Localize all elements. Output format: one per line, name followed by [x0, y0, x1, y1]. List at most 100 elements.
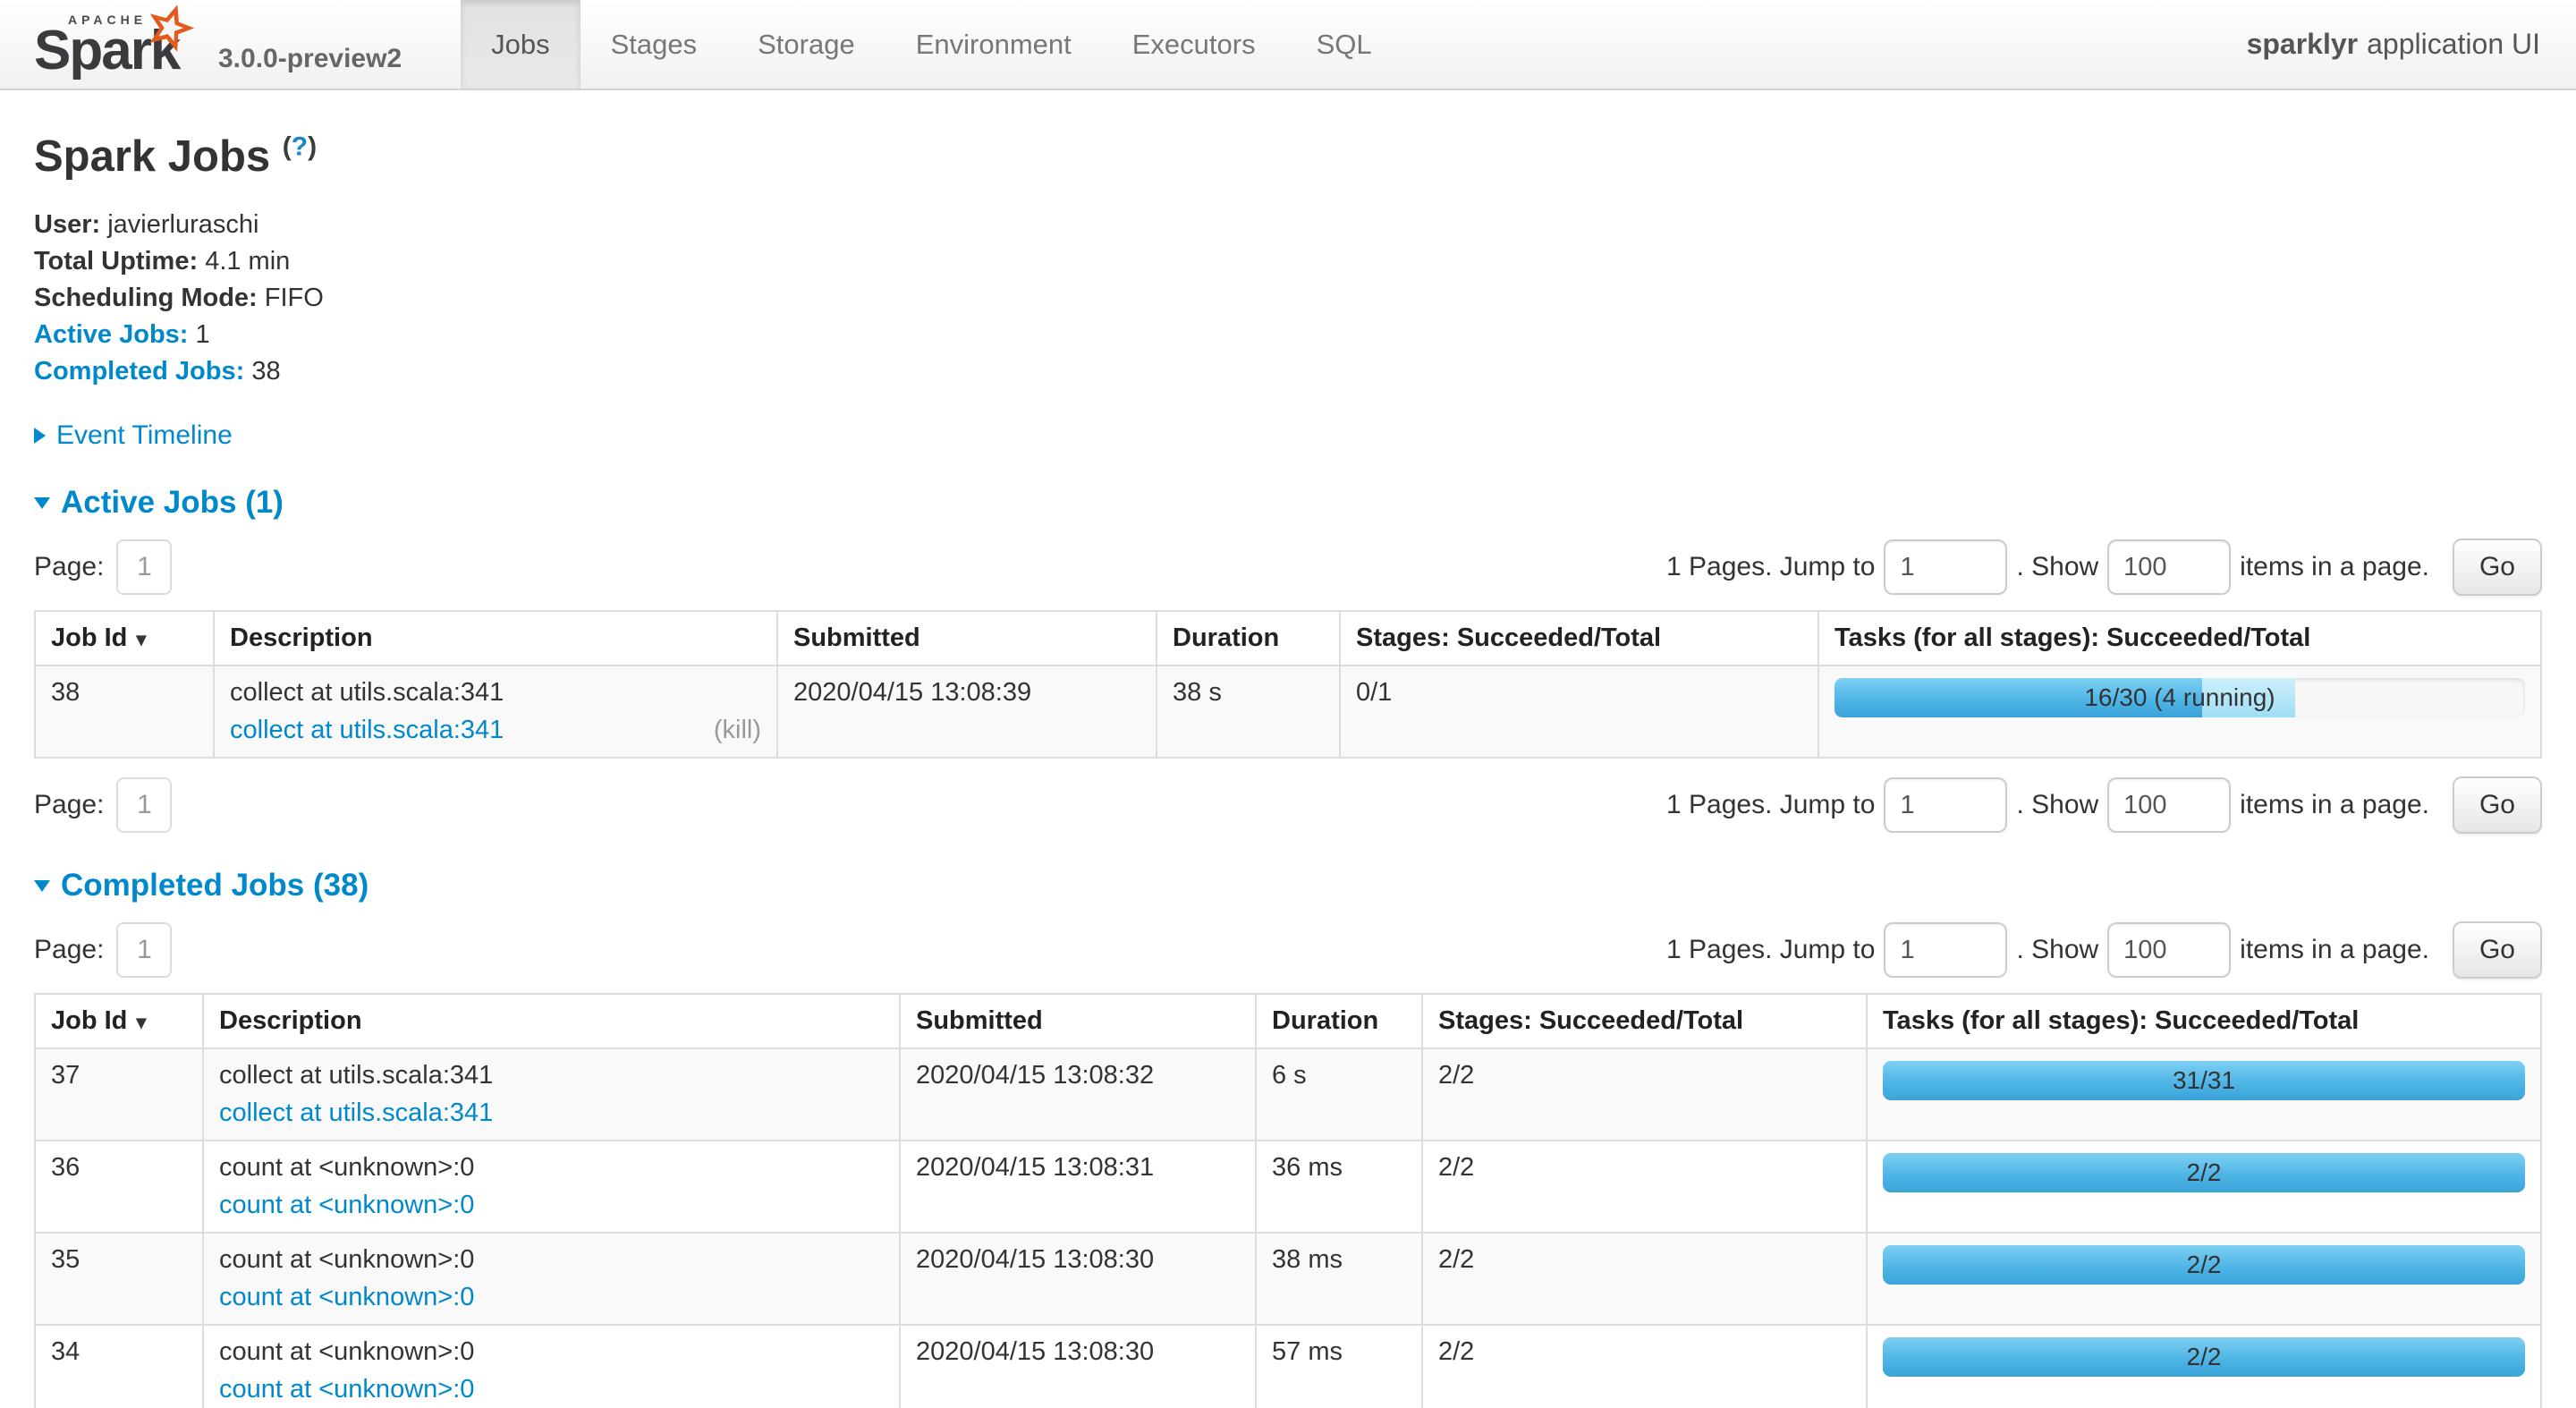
- job-detail-link[interactable]: collect at utils.scala:341: [230, 716, 504, 745]
- job-stages-cell: 2/2: [1422, 1233, 1867, 1325]
- items-per-page-input[interactable]: [2107, 539, 2231, 595]
- kill-job-link[interactable]: (kill): [714, 716, 761, 745]
- pages-count-text: 1 Pages. Jump to: [1666, 935, 1875, 965]
- progress-label: 2/2: [1883, 1153, 2525, 1192]
- page-label: Page:: [34, 552, 104, 582]
- event-timeline-toggle[interactable]: Event Timeline: [34, 420, 2542, 451]
- items-per-page-input[interactable]: [2107, 777, 2231, 833]
- tab-executors[interactable]: Executors: [1102, 0, 1286, 89]
- column-header-description[interactable]: Description: [203, 994, 900, 1048]
- job-description-links: collect at utils.scala:341 (kill): [230, 716, 761, 745]
- items-text: items in a page.: [2240, 552, 2429, 582]
- tasks-progress-bar: 2/2: [1883, 1245, 2525, 1285]
- job-stages-cell: 0/1: [1340, 666, 1818, 758]
- job-description-cell: count at <unknown>:0 count at <unknown>:0: [203, 1141, 900, 1233]
- tasks-progress-bar: 2/2: [1883, 1153, 2525, 1192]
- job-detail-link[interactable]: collect at utils.scala:341: [219, 1098, 493, 1128]
- job-row: 34 count at <unknown>:0 count at <unknown>…: [35, 1325, 2541, 1408]
- event-timeline-label: Event Timeline: [56, 420, 233, 451]
- job-description-links: count at <unknown>:0: [219, 1375, 884, 1404]
- spark-version: 3.0.0-preview2: [218, 44, 402, 74]
- tab-storage[interactable]: Storage: [727, 0, 886, 89]
- jump-to-page-input[interactable]: [1884, 922, 2007, 978]
- summary-active-jobs: Active Jobs: 1: [34, 317, 2542, 353]
- pagination-active-bottom: Page: 1 1 Pages. Jump to . Show items in…: [34, 776, 2542, 834]
- collapse-arrow-icon: [34, 497, 50, 509]
- column-header-tasks[interactable]: Tasks (for all stages): Succeeded/Total: [1818, 611, 2541, 666]
- job-summary-list: User: javierluraschi Total Uptime: 4.1 m…: [34, 207, 2542, 390]
- go-button[interactable]: Go: [2453, 921, 2542, 979]
- show-text: . Show: [2016, 935, 2098, 965]
- collapse-arrow-icon: [34, 880, 50, 892]
- spark-logo-image: APACHE Spark: [34, 4, 209, 80]
- go-button[interactable]: Go: [2453, 776, 2542, 834]
- job-description-text: count at <unknown>:0: [219, 1153, 884, 1183]
- go-button[interactable]: Go: [2453, 539, 2542, 596]
- summary-completed-jobs: Completed Jobs: 38: [34, 353, 2542, 390]
- expand-arrow-icon: [34, 428, 46, 444]
- page-label: Page:: [34, 790, 104, 820]
- job-id-cell: 35: [35, 1233, 203, 1325]
- column-header-job-id[interactable]: Job Id▾: [35, 611, 214, 666]
- tasks-progress-bar: 2/2: [1883, 1337, 2525, 1377]
- column-header-duration[interactable]: Duration: [1157, 611, 1340, 666]
- summary-scheduling-mode: Scheduling Mode: FIFO: [34, 280, 2542, 317]
- column-header-stages[interactable]: Stages: Succeeded/Total: [1340, 611, 1818, 666]
- page-title-text: Spark Jobs: [34, 132, 270, 181]
- items-text: items in a page.: [2240, 935, 2429, 965]
- application-title-suffix: application UI: [2367, 28, 2540, 61]
- active-jobs-section-title[interactable]: Active Jobs (1): [34, 485, 2542, 521]
- page-number-button[interactable]: 1: [116, 777, 172, 833]
- tab-jobs[interactable]: Jobs: [461, 0, 580, 89]
- sort-desc-icon: ▾: [136, 628, 146, 650]
- show-text: . Show: [2016, 790, 2098, 820]
- tasks-progress-bar: 31/31: [1883, 1061, 2525, 1100]
- tab-sql[interactable]: SQL: [1286, 0, 1402, 89]
- job-tasks-cell: 2/2: [1867, 1325, 2541, 1408]
- job-id-cell: 34: [35, 1325, 203, 1408]
- job-id-cell: 37: [35, 1048, 203, 1141]
- job-submitted-cell: 2020/04/15 13:08:32: [900, 1048, 1256, 1141]
- column-header-stages[interactable]: Stages: Succeeded/Total: [1422, 994, 1867, 1048]
- active-jobs-link[interactable]: Active Jobs:: [34, 320, 188, 349]
- job-row: 37collect at utils.scala:341collect at u…: [35, 1048, 2541, 1141]
- column-header-submitted[interactable]: Submitted: [777, 611, 1157, 666]
- page-number-button[interactable]: 1: [116, 922, 172, 978]
- show-text: . Show: [2016, 552, 2098, 582]
- job-detail-link[interactable]: count at <unknown>:0: [219, 1375, 474, 1404]
- column-header-description[interactable]: Description: [214, 611, 777, 666]
- tab-stages[interactable]: Stages: [580, 0, 728, 89]
- completed-jobs-link[interactable]: Completed Jobs:: [34, 357, 244, 386]
- column-header-duration[interactable]: Duration: [1256, 994, 1422, 1048]
- page-label: Page:: [34, 935, 104, 965]
- job-duration-cell: 6 s: [1256, 1048, 1422, 1141]
- items-per-page-input[interactable]: [2107, 922, 2231, 978]
- question-mark-icon[interactable]: ?: [292, 132, 308, 162]
- job-detail-link[interactable]: count at <unknown>:0: [219, 1283, 474, 1312]
- job-description-text: count at <unknown>:0: [219, 1337, 884, 1367]
- column-header-submitted[interactable]: Submitted: [900, 994, 1256, 1048]
- spark-logo: APACHE Spark 3.0.0-preview2: [0, 0, 425, 89]
- job-submitted-cell: 2020/04/15 13:08:39: [777, 666, 1157, 758]
- jump-to-page-input[interactable]: [1884, 539, 2007, 595]
- help-link[interactable]: (?): [283, 132, 317, 162]
- job-tasks-cell: 16/30 (4 running): [1818, 666, 2541, 758]
- tab-environment[interactable]: Environment: [886, 0, 1102, 89]
- job-duration-cell: 36 ms: [1256, 1141, 1422, 1233]
- job-tasks-cell: 2/2: [1867, 1233, 2541, 1325]
- completed-jobs-table: Job Id▾ Description Submitted Duration S…: [34, 993, 2542, 1408]
- progress-label: 31/31: [1883, 1061, 2525, 1100]
- job-description-links: count at <unknown>:0: [219, 1191, 884, 1220]
- pagination-completed-top: Page: 1 1 Pages. Jump to . Show items in…: [34, 921, 2542, 979]
- jump-to-page-input[interactable]: [1884, 777, 2007, 833]
- page-number-button[interactable]: 1: [116, 539, 172, 595]
- job-description-links: count at <unknown>:0: [219, 1283, 884, 1312]
- job-submitted-cell: 2020/04/15 13:08:30: [900, 1325, 1256, 1408]
- column-header-tasks[interactable]: Tasks (for all stages): Succeeded/Total: [1867, 994, 2541, 1048]
- column-header-job-id[interactable]: Job Id▾: [35, 994, 203, 1048]
- progress-label: 2/2: [1883, 1245, 2525, 1285]
- summary-uptime: Total Uptime: 4.1 min: [34, 243, 2542, 280]
- job-description-cell: collect at utils.scala:341collect at uti…: [214, 666, 777, 758]
- job-detail-link[interactable]: count at <unknown>:0: [219, 1191, 474, 1220]
- completed-jobs-section-title[interactable]: Completed Jobs (38): [34, 868, 2542, 903]
